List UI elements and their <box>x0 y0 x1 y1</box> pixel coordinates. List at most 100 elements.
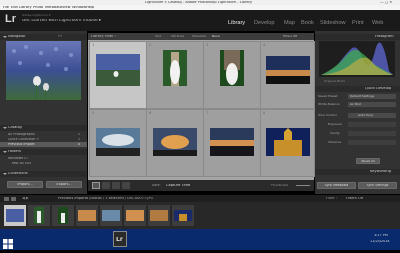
reset-all-button[interactable]: Reset All <box>356 158 380 164</box>
filmstrip-thumb[interactable] <box>172 205 194 226</box>
bride-standing-thumbnail <box>163 50 187 86</box>
library-filter-bar: Library Filter : Text Attribute Metadata… <box>88 33 314 40</box>
catalog-item-selected[interactable]: Previous Import 8 <box>0 142 87 147</box>
menu-item-photo[interactable]: Photo <box>33 6 43 10</box>
flower-field-thumbnail <box>96 54 140 86</box>
grid-cell[interactable]: 5 <box>89 109 147 177</box>
grid-cell[interactable]: 4 <box>260 41 315 109</box>
filmstrip-thumb[interactable] <box>100 205 122 226</box>
grid-view-icon[interactable] <box>92 182 100 189</box>
filter-tab-attribute[interactable]: Attribute <box>171 35 184 38</box>
compare-view-icon[interactable] <box>112 182 120 189</box>
auto-tone-button[interactable]: Auto Tone <box>348 113 396 118</box>
catalog-title: Catalog <box>8 126 22 130</box>
filter-tab-metadata[interactable]: Metadata <box>192 35 206 38</box>
module-web[interactable]: Web <box>372 20 383 26</box>
filmstrip-thumb[interactable] <box>148 205 170 226</box>
orange-sunset-thumbnail <box>153 128 197 156</box>
filmstrip-thumb[interactable] <box>76 205 98 226</box>
vibrance-stepper[interactable] <box>348 140 396 145</box>
collapse-triangle-icon <box>3 35 7 38</box>
filmstrip-filter-label: Filter : <box>326 196 338 200</box>
module-develop[interactable]: Develop <box>254 20 275 26</box>
exposure-stepper[interactable] <box>348 122 396 127</box>
quick-develop-header[interactable]: Quick Develop <box>315 86 400 92</box>
menu-item-window[interactable]: Window <box>72 6 86 10</box>
clarity-stepper[interactable] <box>348 131 396 136</box>
original-photo-label[interactable]: Original Photo <box>324 80 345 83</box>
identity-line2[interactable]: Get started with Lightroom mobile ▸ <box>22 19 101 23</box>
photo-grid: 1 2 3 4 5 6 7 8 <box>88 40 315 180</box>
grid-cell[interactable]: 7 <box>203 109 261 177</box>
module-library[interactable]: Library <box>228 20 245 26</box>
keywording-header[interactable]: Keywording <box>315 169 400 175</box>
cloudy-skyline-thumbnail <box>96 128 140 156</box>
menu-item-file[interactable]: File <box>3 6 9 10</box>
back-forward-icon[interactable]: ◀ ▶ <box>22 197 29 201</box>
folder-item[interactable]: test all 543 <box>0 161 87 166</box>
module-map[interactable]: Map <box>284 20 295 26</box>
loupe-view-icon[interactable] <box>102 182 110 189</box>
exposure-label: Exposure <box>328 123 342 126</box>
menu-item-view[interactable]: View <box>62 6 71 10</box>
collections-header[interactable]: Collections <box>0 171 87 177</box>
keywording-title: Keywording <box>370 170 391 174</box>
navigator-preview[interactable] <box>6 41 81 100</box>
histogram-header[interactable]: Histogram <box>315 34 400 40</box>
thumbnail-size-slider[interactable] <box>296 185 310 186</box>
filmstrip-thumb-selected[interactable] <box>4 205 26 226</box>
filmstrip-filter-value[interactable]: Filters Off <box>346 197 363 201</box>
grid-cell[interactable]: 3 <box>203 41 261 109</box>
grid-cell[interactable]: 2 <box>146 41 204 109</box>
lightroom-taskbar-icon[interactable]: Lr <box>113 231 127 247</box>
filter-preset[interactable]: Filters Off <box>283 35 297 38</box>
clock-time: 3:27 PM <box>374 234 388 237</box>
sync-settings-button[interactable]: Sync Settings <box>358 182 397 189</box>
menu-item-help[interactable]: Help <box>86 6 94 10</box>
grid-toolbar: Sort: Capture Time Thumbnails <box>88 180 314 191</box>
start-icon[interactable] <box>3 234 13 249</box>
sort-value[interactable]: Capture Time <box>166 184 190 188</box>
collections-title: Collections <box>8 172 28 176</box>
import-button[interactable]: Import... <box>7 181 43 188</box>
sunset-sky-thumbnail <box>266 56 310 84</box>
white-balance-label: White Balance <box>318 103 340 106</box>
white-balance-select[interactable]: As Shot <box>348 102 396 107</box>
saved-preset-select[interactable]: Default Settings <box>348 94 396 99</box>
sync-metadata-button[interactable]: Sync Metadata <box>317 182 356 189</box>
filter-tab-none[interactable]: None <box>212 35 220 38</box>
filmstrip-thumb[interactable] <box>28 205 50 226</box>
grid-cell-selected[interactable]: 1 <box>89 41 147 109</box>
survey-view-icon[interactable] <box>122 182 130 189</box>
grid-cell[interactable]: 8 <box>260 109 315 177</box>
second-window-icon[interactable] <box>4 196 9 201</box>
library-filter-title: Library Filter : <box>91 34 116 38</box>
window-controls[interactable]: — ▢ ✕ <box>380 1 392 5</box>
church-night-thumbnail <box>266 128 310 156</box>
sort-label: Sort: <box>152 184 161 187</box>
folders-title: Folders <box>8 150 21 154</box>
navigator-header[interactable]: Navigator FIT <box>0 34 87 40</box>
left-panel: Navigator FIT Catalog All Photographs 5 … <box>0 31 87 194</box>
menu-item-library[interactable]: Library <box>19 6 32 10</box>
module-print[interactable]: Print <box>352 20 364 26</box>
navigator-zoom-fit[interactable]: FIT <box>58 35 62 38</box>
folders-header[interactable]: Folders <box>0 149 87 155</box>
export-button[interactable]: Export... <box>46 181 82 188</box>
menu-item-edit[interactable]: Edit <box>11 6 18 10</box>
flower-field-photo <box>6 41 81 100</box>
grid-cell[interactable]: 6 <box>146 109 204 177</box>
quick-develop-title: Quick Develop <box>365 87 392 91</box>
module-book[interactable]: Book <box>301 20 314 26</box>
filmstrip-source[interactable]: Previous Import <box>58 197 86 201</box>
filmstrip-thumb[interactable] <box>52 205 74 226</box>
filter-tab-text[interactable]: Text <box>155 35 161 38</box>
grid-icon[interactable] <box>11 196 16 201</box>
vibrance-label: Vibrance <box>328 141 342 144</box>
filmstrip-thumb[interactable] <box>124 205 146 226</box>
module-slideshow[interactable]: Slideshow <box>320 20 346 26</box>
menu-item-metadata[interactable]: Metadata <box>45 6 62 10</box>
catalog-header[interactable]: Catalog <box>0 125 87 131</box>
lightroom-logo: Lr <box>5 13 16 25</box>
collapse-triangle-icon <box>3 172 7 175</box>
